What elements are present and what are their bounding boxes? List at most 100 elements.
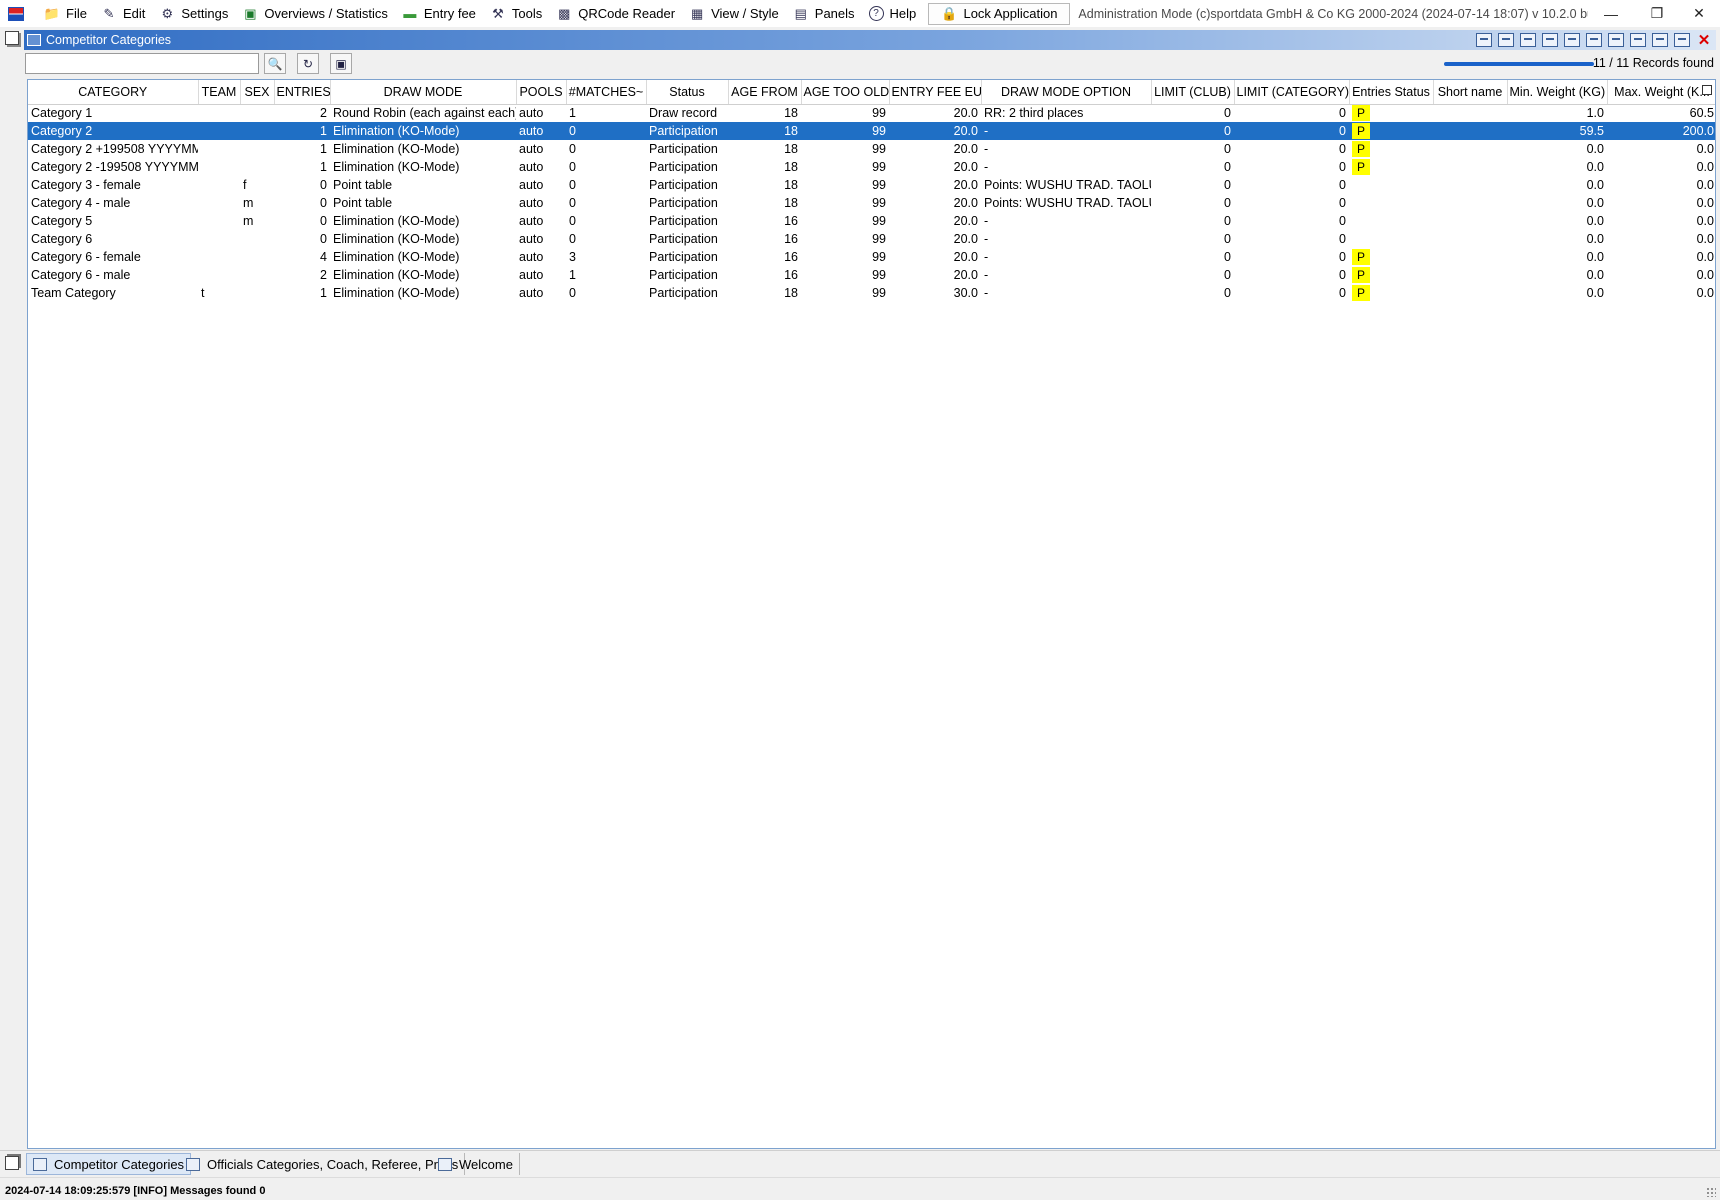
table-row[interactable]: Category 6 - female 4 Elimination (KO-Mode…	[28, 248, 1715, 266]
panel-close-icon[interactable]: ✕	[1696, 32, 1712, 49]
menu-overviews[interactable]: ▣ Overviews / Statistics	[236, 0, 396, 27]
list-view-icon[interactable]	[1542, 33, 1558, 47]
refresh-button[interactable]: ↻	[297, 53, 319, 74]
menu-help[interactable]: ? Help	[863, 0, 925, 27]
column-header[interactable]: Status	[646, 80, 729, 105]
undock-icon[interactable]	[1674, 33, 1690, 47]
column-chooser-icon[interactable]	[1702, 85, 1712, 95]
menu-qrcode[interactable]: ▩ QRCode Reader	[550, 0, 683, 27]
table-cell: Elimination (KO-Mode)	[333, 160, 460, 174]
categories-grid[interactable]: CATEGORY TEAM SEX ENTRIES DRAW MODE POOLS #MAT…	[27, 79, 1716, 1149]
table-row[interactable]: Category 5 m 0 Elimination (KO-Mode) auto 0 Pa…	[28, 212, 1715, 230]
column-header[interactable]: #MATCHES~	[566, 80, 647, 105]
table-cell: 18	[784, 160, 798, 174]
card-icon[interactable]	[1630, 33, 1646, 47]
status-message: 2024-07-14 18:09:25:579 [INFO] Messages …	[5, 1185, 266, 1197]
menu-file[interactable]: 📁 File	[38, 0, 95, 27]
column-header[interactable]: LIMIT (CLUB)	[1151, 80, 1235, 105]
table-cell: 0.0	[1586, 268, 1604, 282]
table-cell: Participation	[649, 286, 718, 300]
column-header[interactable]: DRAW MODE	[330, 80, 517, 105]
column-header[interactable]: TEAM	[198, 80, 241, 105]
search-input[interactable]	[25, 53, 259, 74]
columns-icon[interactable]	[1652, 33, 1668, 47]
rows-icon[interactable]	[1608, 33, 1624, 47]
table-row[interactable]: Category 3 - female f 0 Point table auto 0 Par…	[28, 176, 1715, 194]
table-cell: 0	[320, 178, 327, 192]
lock-application-button[interactable]: 🔒 Lock Application	[928, 2, 1071, 25]
table-row[interactable]: Team Category t 1 Elimination (KO-Mode) auto…	[28, 284, 1715, 302]
menu-entry-fee[interactable]: ▬ Entry fee	[396, 0, 484, 27]
table-cell: 99	[872, 160, 886, 174]
table-cell: 0	[1339, 268, 1346, 282]
form-view-icon[interactable]	[1520, 33, 1536, 47]
column-header[interactable]: Short name	[1433, 80, 1508, 105]
tab-welcome-icon	[438, 1157, 452, 1171]
table-cell: Point table	[333, 178, 393, 192]
table-cell: Elimination (KO-Mode)	[333, 142, 460, 156]
column-header[interactable]: AGE FROM	[728, 80, 802, 105]
table-cell: 0	[1224, 214, 1231, 228]
table-row[interactable]: Category 1 2 Round Robin (each against eac…	[28, 104, 1715, 122]
menu-settings[interactable]: ⚙ Settings	[153, 0, 236, 27]
table-cell: 99	[872, 196, 886, 210]
table-cell: -	[984, 286, 989, 300]
grid-view-icon[interactable]	[1586, 33, 1602, 47]
column-header[interactable]: AGE TOO OLD	[801, 80, 890, 105]
table-cell: 0	[1224, 268, 1231, 282]
column-header[interactable]: SEX	[240, 80, 275, 105]
table-row[interactable]: Category 2 +199508 YYYYMM 1 Elimination (K…	[28, 140, 1715, 158]
menu-panels[interactable]: ▤ Panels	[787, 0, 863, 27]
table-cell: 1	[320, 142, 327, 156]
column-header[interactable]: POOLS	[516, 80, 567, 105]
column-header[interactable]: ENTRY FEE EUR	[889, 80, 982, 105]
column-header[interactable]: ENTRIES	[274, 80, 331, 105]
column-header[interactable]: Entries Status	[1349, 80, 1434, 105]
save-button[interactable]: ▣	[330, 53, 352, 74]
column-header[interactable]: Min. Weight (KG)	[1507, 80, 1608, 105]
table-row[interactable]: Category 2 -199508 YYYYMM 1 Elimination (K…	[28, 158, 1715, 176]
tab-officials-categories[interactable]: Officials Categories, Coach, Referee, Pr…	[180, 1153, 466, 1175]
paste-icon[interactable]	[1498, 33, 1514, 47]
menu-bar: 📁 File ✎ Edit ⚙ Settings ▣ Overviews / S…	[0, 0, 1720, 27]
menu-tools[interactable]: ⚒ Tools	[484, 0, 550, 27]
open-folder-icon[interactable]	[1476, 33, 1492, 47]
table-row[interactable]: Category 6 0 Elimination (KO-Mode) auto 0 Par…	[28, 230, 1715, 248]
lock-application-label: Lock Application	[963, 6, 1058, 21]
table-cell	[1349, 212, 1433, 230]
table-row[interactable]: Category 6 - male 2 Elimination (KO-Mode) a…	[28, 266, 1715, 284]
app-logo-icon[interactable]	[8, 6, 24, 21]
search-button[interactable]: 🔍	[264, 53, 286, 74]
column-header[interactable]: CATEGORY	[28, 80, 199, 105]
menu-tools-label: Tools	[511, 6, 543, 21]
edit-record-icon[interactable]	[1564, 33, 1580, 47]
panel-toggle-icon[interactable]	[5, 31, 19, 45]
minimize-button[interactable]: —	[1588, 0, 1634, 27]
table-cell: 0.0	[1586, 178, 1604, 192]
column-header[interactable]: LIMIT (CATEGORY)	[1234, 80, 1350, 105]
table-cell: Elimination (KO-Mode)	[333, 214, 460, 228]
panels-list-icon[interactable]	[5, 1156, 19, 1170]
close-button[interactable]: ✕	[1676, 0, 1720, 27]
menu-qrcode-label: QRCode Reader	[578, 6, 676, 21]
tab-competitor-categories[interactable]: Competitor Categories	[26, 1153, 192, 1175]
edit-icon: ✎	[103, 5, 115, 21]
resize-grip-icon[interactable]	[1706, 1187, 1716, 1197]
menu-edit[interactable]: ✎ Edit	[95, 0, 153, 27]
restore-button[interactable]: ❐	[1634, 0, 1680, 27]
table-cell: 0.0	[1696, 142, 1714, 156]
panel-title: Competitor Categories	[46, 33, 172, 47]
table-cell	[240, 284, 274, 302]
table-cell: auto	[519, 178, 544, 192]
entries-status-badge: P	[1352, 141, 1370, 157]
table-row[interactable]: Category 4 - male m 0 Point table auto 0 Parti…	[28, 194, 1715, 212]
refresh-icon: ↻	[302, 56, 314, 71]
table-cell: 18	[784, 106, 798, 121]
table-row[interactable]: Category 2 1 Elimination (KO-Mode) auto 0 Par…	[28, 122, 1715, 140]
column-header[interactable]: DRAW MODE OPTION	[981, 80, 1152, 105]
menu-view-style[interactable]: ▦ View / Style	[683, 0, 787, 27]
tab-welcome[interactable]: Welcome	[432, 1153, 520, 1175]
table-cell	[1349, 194, 1433, 212]
table-cell: P	[1349, 140, 1433, 158]
column-header[interactable]: Max. Weight (K...	[1607, 80, 1715, 105]
